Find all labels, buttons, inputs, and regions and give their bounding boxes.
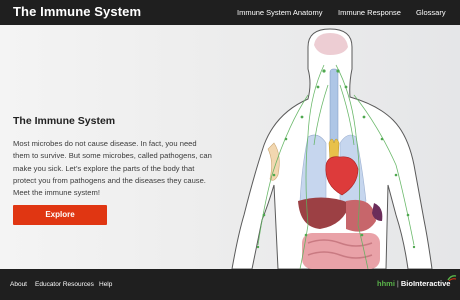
explore-button[interactable]: Explore	[13, 205, 107, 225]
footer-educator-resources-link[interactable]: Educator Resources	[35, 281, 94, 288]
hhmi-logo-text: hhmi	[377, 279, 395, 288]
hhmi-biointeractive-logo[interactable]: hhmi | BioInteractive	[377, 279, 450, 288]
hero-heading: The Immune System	[13, 115, 116, 127]
nav-immune-response[interactable]: Immune Response	[338, 8, 401, 17]
human-body-illustration	[231, 28, 433, 269]
site-title[interactable]: The Immune System	[13, 4, 141, 19]
intestines	[302, 233, 380, 269]
biointeractive-logo-text: BioInteractive	[400, 279, 451, 288]
footer-help-link[interactable]: Help	[99, 281, 112, 288]
nav-glossary[interactable]: Glossary	[416, 8, 446, 17]
nav-immune-system-anatomy[interactable]: Immune System Anatomy	[237, 8, 322, 17]
hero-description: Most microbes do not cause disease. In f…	[13, 139, 212, 198]
biointeractive-mark-icon	[447, 275, 457, 282]
footer-about-link[interactable]: About	[10, 281, 27, 288]
top-navigation-bar: The Immune System Immune System Anatomy …	[0, 0, 460, 25]
footer-bar: About Educator Resources Help hhmi | BioIn…	[0, 269, 460, 300]
